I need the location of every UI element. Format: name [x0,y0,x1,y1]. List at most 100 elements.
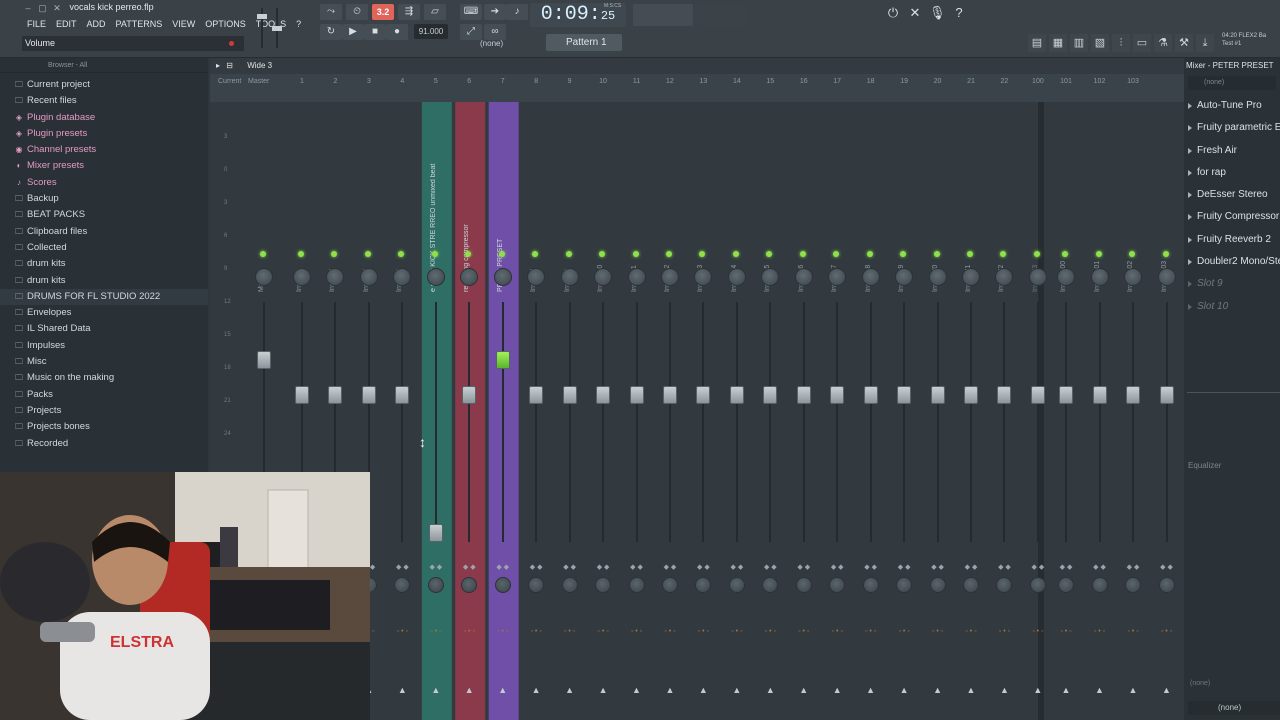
volume-fader[interactable] [1126,386,1140,405]
pan-knob[interactable] [255,268,273,286]
volume-fader[interactable] [295,386,309,405]
route-arrow-icon[interactable]: ▲ [898,685,910,695]
browser-item[interactable]: 🗀 DRUMS FOR FL STUDIO 2022 [0,288,208,306]
mixer-strip[interactable]: Insert 19◆ ◆◦ • ◦▲ [888,102,920,720]
route-arrow-icon[interactable]: ▲ [396,685,408,695]
stereo-separation-icon[interactable]: ◆ ◆ [859,563,883,571]
mixer-strip[interactable]: Insert 17◆ ◆◦ • ◦▲ [821,102,853,720]
route-arrow-icon[interactable]: ▲ [798,685,810,695]
enable-led-icon[interactable] [565,251,572,257]
separation-knob[interactable] [829,577,846,593]
mixer-strip[interactable]: Insert 100◆ ◆◦ • ◦▲ [1050,102,1082,720]
mixer-strip[interactable]: Insert 18◆ ◆◦ • ◦▲ [855,102,887,720]
browser-item[interactable]: 🗀 Recent files [0,93,208,109]
route-arrow-icon[interactable]: ▲ [932,685,944,695]
route-arrow-icon[interactable]: ▲ [564,685,576,695]
enable-led-icon[interactable] [1129,251,1135,257]
volume-fader[interactable] [796,386,811,405]
stereo-separation-icon[interactable]: ◆ ◆ [390,563,414,571]
mixer-layout[interactable]: Wide 3 [247,61,272,70]
pan-knob[interactable] [560,268,579,286]
separation-knob[interactable] [1158,577,1175,593]
separation-knob[interactable] [1029,577,1046,593]
channel-number[interactable]: 102 [1084,78,1116,85]
browser-item[interactable]: 🗀 Clipboard files [0,224,208,240]
route-dots-icon[interactable]: ◦ • ◦ [957,628,985,636]
play-icon[interactable]: ▶ [342,24,364,40]
channel-number[interactable]: 17 [821,78,853,85]
enable-led-icon[interactable] [298,251,304,257]
browser-item[interactable]: ◉ Channel presets [0,142,208,158]
stereo-separation-icon[interactable]: ◆ ◆ [792,563,816,571]
separation-knob[interactable] [695,577,712,593]
channel-number[interactable]: 15 [754,78,786,85]
route-dots-icon[interactable]: ◦ • ◦ [522,628,550,636]
volume-fader[interactable] [596,386,611,405]
stereo-separation-icon[interactable]: ◆ ◆ [725,563,749,571]
stereo-separation-icon[interactable]: ◆ ◆ [658,563,682,571]
fx-slot[interactable]: Fruity Compressor [1184,206,1280,228]
channel-number[interactable]: 13 [687,78,719,85]
channel-number[interactable]: 22 [988,78,1020,85]
enable-led-icon[interactable] [1033,251,1040,257]
stereo-separation-icon[interactable]: ◆ ◆ [758,563,782,571]
route-dots-icon[interactable]: ◦ • ◦ [656,628,684,636]
route-arrow-icon[interactable]: ▲ [697,685,709,695]
route-dots-icon[interactable]: ◦ • ◦ [388,628,416,636]
mixer-strip[interactable]: Insert 22◆ ◆◦ • ◦▲ [988,102,1020,720]
volume-fader[interactable] [257,350,271,369]
browser-item[interactable]: 🗀 Recorded [0,436,208,452]
separation-knob[interactable] [1125,577,1141,593]
stereo-separation-icon[interactable]: ◆ ◆ [691,563,715,571]
fx-slot[interactable]: Doubler2 Mono/Stereo [1184,251,1280,273]
volume-fader[interactable] [696,386,711,405]
enable-led-icon[interactable] [498,251,505,257]
stereo-separation-icon[interactable]: ◆ ◆ [625,563,649,571]
pan-knob[interactable] [1124,268,1142,286]
enable-led-icon[interactable] [1062,251,1068,257]
channel-number[interactable]: 9 [554,78,586,85]
route-arrow-icon[interactable]: ▲ [430,685,442,695]
pan-knob[interactable] [627,268,646,286]
tempo-display[interactable]: 91.000 [414,24,448,39]
pan-knob[interactable] [1157,268,1176,286]
enable-led-icon[interactable] [431,251,438,257]
channel-number[interactable]: 6 [453,78,485,85]
input-selector[interactable]: (none) [1188,76,1276,90]
route-arrow-icon[interactable]: ▲ [965,685,977,695]
separation-knob[interactable] [528,577,545,593]
piano-roll-icon[interactable]: ▥ [1070,34,1088,52]
enable-led-icon[interactable] [933,251,940,257]
browser-item[interactable]: 🗀 drum kits [0,273,208,289]
separation-knob[interactable] [862,577,879,593]
browser-item[interactable]: 🗀 drum kits [0,256,208,272]
volume-fader[interactable] [428,524,443,542]
route-arrow-icon[interactable]: ▲ [831,685,843,695]
channel-settings-icon[interactable]: ⫶ [1112,34,1130,52]
fx-slot[interactable]: Slot 9 [1184,273,1280,295]
route-dots-icon[interactable]: ◦ • ◦ [1052,628,1080,636]
channel-number[interactable]: 18 [855,78,887,85]
route-arrow-icon[interactable]: ▲ [664,685,676,695]
menu-item[interactable]: ? [291,17,306,32]
route-dots-icon[interactable]: ◦ • ◦ [990,628,1018,636]
separation-knob[interactable] [896,577,913,593]
loop-icon[interactable]: ↻ [320,24,342,40]
help-icon[interactable]: ? [951,5,967,21]
separation-knob[interactable] [963,577,979,593]
route-arrow-icon[interactable]: ▲ [1032,685,1044,695]
mixer-strip[interactable]: e minor KICK STRE RREO unmixed beat ◆ ◆ ◦ … [420,102,452,720]
metronome-icon[interactable]: ⤳ [320,4,342,20]
menu-item[interactable]: FILE [22,17,51,32]
mixer-strip[interactable]: Insert 9◆ ◆◦ • ◦▲ [554,102,586,720]
route-arrow-icon[interactable]: ▲ [731,685,743,695]
separation-knob[interactable] [628,577,645,593]
mixer-strip[interactable]: Insert 12◆ ◆◦ • ◦▲ [654,102,686,720]
route-arrow-icon[interactable]: ▲ [1127,685,1139,695]
fx-slot[interactable]: DeEsser Stereo [1184,184,1280,206]
volume-fader[interactable] [964,386,978,405]
mixer-strip[interactable]: Insert 16◆ ◆◦ • ◦▲ [788,102,820,720]
mixer-strip[interactable]: Insert 13◆ ◆◦ • ◦▲ [687,102,719,720]
route-dots-icon[interactable]: ◦ • ◦ [723,628,751,636]
route-arrow-icon[interactable]: ▲ [631,685,643,695]
